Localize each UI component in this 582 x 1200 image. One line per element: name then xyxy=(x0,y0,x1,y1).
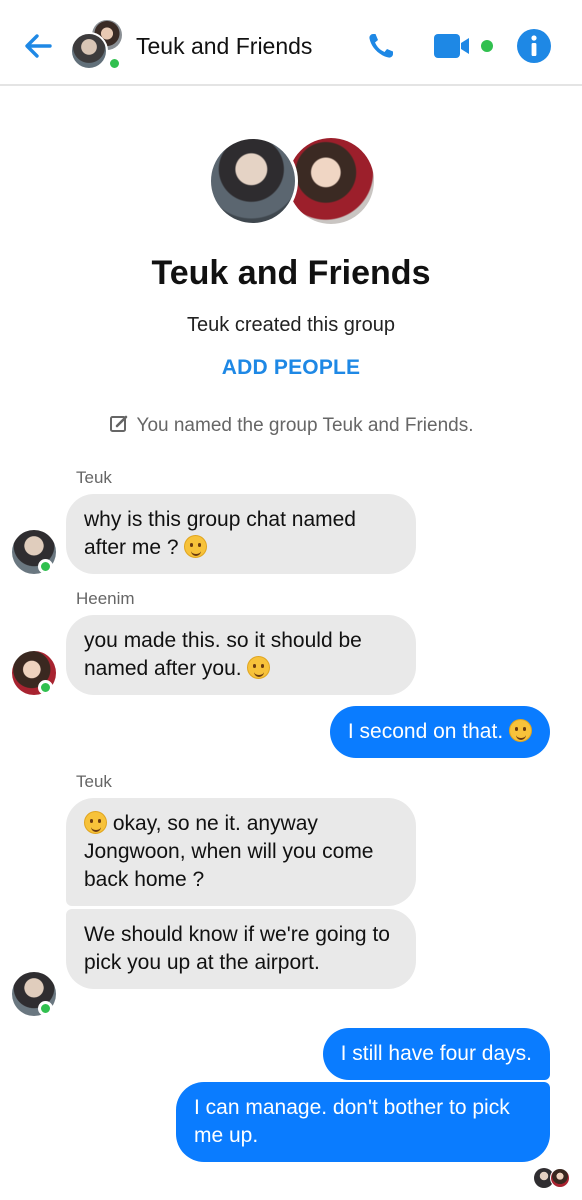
message-bubble[interactable]: you made this. so it should be named aft… xyxy=(66,615,416,695)
sender-name: Teuk xyxy=(76,468,112,487)
message-bubble[interactable]: We should know if we're going to pick yo… xyxy=(66,909,416,989)
member-avatar xyxy=(70,32,108,70)
edit-icon xyxy=(109,415,127,432)
message-bubble-outgoing[interactable]: I second on that. xyxy=(329,706,550,758)
online-indicator xyxy=(107,56,122,71)
smirking-face-emoji xyxy=(247,656,271,679)
group-avatar[interactable] xyxy=(70,20,126,72)
message-text: I still have four days. xyxy=(340,1042,532,1065)
sender-name: Heenim xyxy=(76,589,135,608)
message-bubble[interactable]: why is this group chat named after me ? xyxy=(66,494,416,574)
read-receipts xyxy=(534,1166,574,1188)
message-bubble[interactable]: okay, so ne it. anyway Jongwoon, when wi… xyxy=(66,798,416,906)
phone-icon[interactable] xyxy=(366,31,396,61)
group-name: Teuk and Friends xyxy=(151,254,431,292)
system-message: You named the group Teuk and Friends. xyxy=(0,414,582,437)
message-bubble-outgoing[interactable]: I can manage. don't bother to pick me up… xyxy=(176,1082,550,1162)
sender-name: Teuk xyxy=(76,772,112,791)
info-icon[interactable] xyxy=(516,28,552,64)
system-message-text: You named the group Teuk and Friends. xyxy=(136,415,474,436)
group-photo xyxy=(208,136,378,230)
member-photo xyxy=(288,138,374,224)
created-text: Teuk created this group xyxy=(187,314,395,336)
message-bubble-outgoing[interactable]: I still have four days. xyxy=(322,1028,550,1080)
weary-face-emoji xyxy=(84,811,107,834)
back-arrow-icon[interactable] xyxy=(20,28,56,64)
squinting-laughing-face-emoji xyxy=(509,719,532,742)
message-text: why is this group chat named after me ? xyxy=(84,508,356,559)
chat-header: Teuk and Friends xyxy=(0,0,582,86)
online-indicator xyxy=(38,559,53,574)
seen-avatar xyxy=(550,1168,570,1188)
winking-face-emoji xyxy=(184,535,208,558)
message-text: okay, so ne it. anyway Jongwoon, when wi… xyxy=(84,812,374,891)
message-text: I can manage. don't bother to pick me up… xyxy=(194,1096,510,1147)
message-text: We should know if we're going to pick yo… xyxy=(84,923,390,974)
online-indicator xyxy=(38,680,53,695)
online-indicator xyxy=(38,1001,53,1016)
add-people-button[interactable]: ADD PEOPLE xyxy=(0,356,582,380)
message-text: you made this. so it should be named aft… xyxy=(84,629,362,680)
message-text: I second on that. xyxy=(347,720,504,743)
chat-title[interactable]: Teuk and Friends xyxy=(136,33,312,60)
member-photo xyxy=(208,136,298,226)
video-call-icon[interactable] xyxy=(433,31,499,61)
